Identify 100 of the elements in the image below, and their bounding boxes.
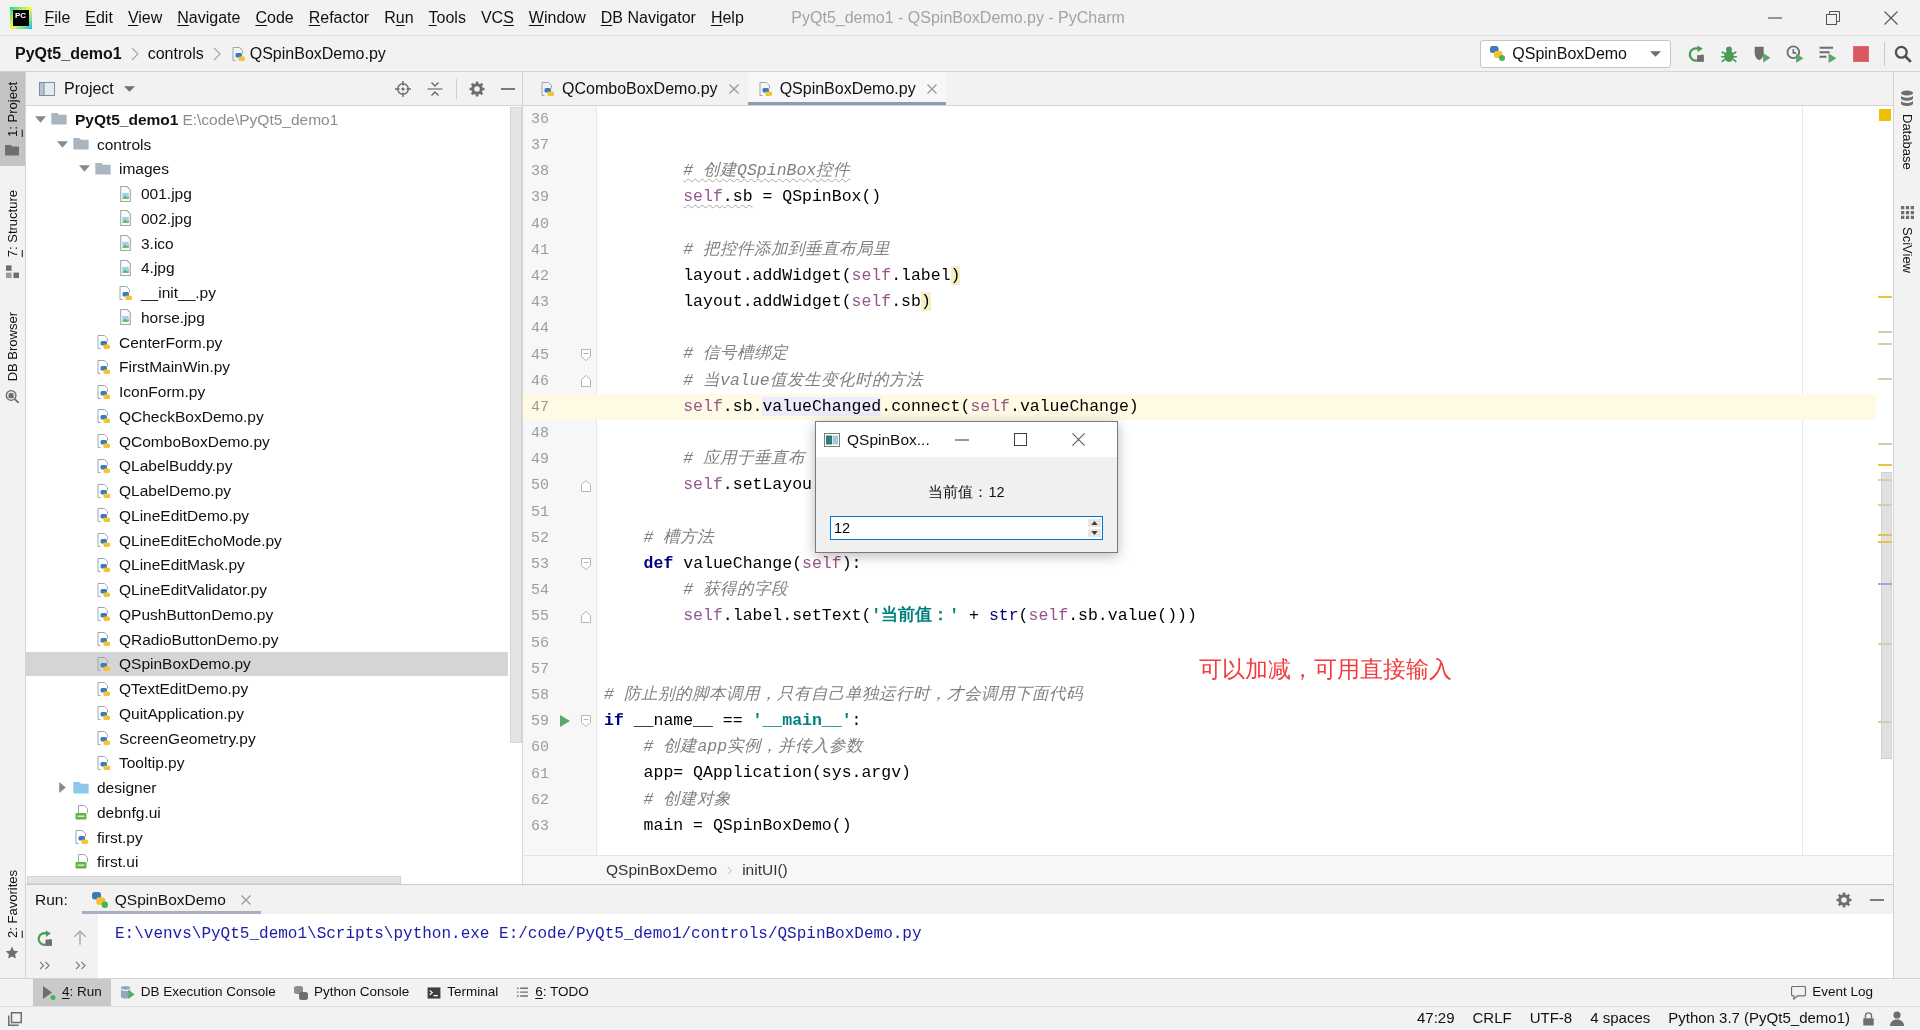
marker-stripe[interactable] — [1878, 296, 1892, 298]
marker-stripe[interactable] — [1878, 541, 1892, 543]
marker-stripe[interactable] — [1878, 464, 1892, 466]
tool-window-button[interactable]: 2: Favorites — [0, 860, 25, 970]
fold-marker-icon[interactable] — [581, 558, 591, 571]
breadcrumb-item[interactable]: controls — [147, 41, 204, 66]
caret-down-icon[interactable] — [56, 140, 68, 148]
menu-item[interactable]: View — [120, 0, 170, 35]
tree-item[interactable]: QLabelDemo.py — [26, 478, 508, 503]
tree-item[interactable]: QLineEditMask.py — [26, 552, 508, 578]
tree-item[interactable]: debnfg.ui — [26, 800, 508, 825]
marker-stripe[interactable] — [1878, 721, 1892, 723]
shield-play-icon[interactable] — [1752, 44, 1771, 63]
tree-item[interactable]: PyQt5_demo1 E:\code\PyQt5_demo1 — [26, 107, 508, 132]
double-chevron-icon[interactable] — [74, 960, 86, 970]
status-item[interactable]: Python 3.7 (PyQt5_demo1) — [1659, 1007, 1859, 1030]
scrollbar-thumb[interactable] — [27, 876, 401, 884]
marker-stripe[interactable] — [1878, 331, 1892, 333]
status-item[interactable]: 47:29 — [1407, 1007, 1464, 1030]
marker-stripe[interactable] — [1878, 343, 1892, 345]
tree-item[interactable]: QTextEditDemo.py — [26, 676, 508, 701]
double-chevron-icon[interactable] — [38, 960, 50, 970]
overlapping-squares-icon[interactable] — [8, 1011, 22, 1026]
minimize-icon[interactable] — [1870, 898, 1884, 901]
tree-item[interactable]: QLabelBuddy.py — [26, 453, 508, 479]
circular-arrow-icon[interactable] — [35, 929, 53, 947]
tree-item[interactable]: Tooltip.py — [26, 750, 508, 776]
close-icon[interactable] — [240, 894, 251, 905]
menu-item[interactable]: Run — [376, 0, 422, 35]
tree-item[interactable]: designer — [26, 775, 508, 800]
menu-item[interactable]: Help — [703, 0, 752, 35]
menu-item[interactable]: Code — [247, 0, 302, 35]
editor-tab[interactable]: QSpinBoxDemo.py — [747, 72, 946, 105]
menu-item[interactable]: Tools — [421, 0, 474, 35]
tool-window-tab[interactable]: Python Console — [284, 979, 419, 1006]
tree-item[interactable]: CenterForm.py — [26, 329, 508, 355]
tree-item[interactable]: controls — [26, 131, 508, 157]
run-tab[interactable]: QSpinBoxDemo — [81, 885, 261, 914]
breadcrumb-item[interactable]: QSpinBoxDemo.py — [229, 41, 386, 66]
tree-item[interactable]: __init__.py — [26, 280, 508, 305]
tree-item[interactable]: QPushButtonDemo.py — [26, 602, 508, 627]
fold-marker-icon[interactable] — [581, 374, 591, 387]
spin-up-button[interactable] — [1087, 516, 1103, 528]
tree-item[interactable]: QCheckBoxDemo.py — [26, 404, 508, 429]
tree-item[interactable]: images — [26, 156, 508, 182]
menu-item[interactable]: DB Navigator — [593, 0, 704, 35]
marker-stripe[interactable] — [1878, 479, 1892, 481]
marker-stripe[interactable] — [1878, 443, 1892, 445]
tree-item[interactable]: 001.jpg — [26, 181, 508, 206]
tree-item[interactable]: 3.ico — [26, 230, 508, 256]
caret-down-icon[interactable] — [78, 165, 90, 173]
tool-window-tab[interactable]: 4: Run — [33, 979, 111, 1006]
tool-window-button[interactable]: Database — [1894, 83, 1920, 177]
tree-item[interactable]: FirstMainWin.py — [26, 354, 508, 380]
clock-play-icon[interactable] — [1785, 44, 1804, 63]
status-item[interactable]: CRLF — [1463, 1007, 1521, 1030]
fold-marker-icon[interactable] — [581, 479, 591, 492]
tree-item[interactable]: QRadioButtonDemo.py — [26, 626, 508, 652]
minimize-icon[interactable] — [501, 87, 515, 90]
marker-stripe[interactable] — [1878, 504, 1892, 506]
tree-item[interactable]: first.py — [26, 824, 508, 850]
spin-down-button[interactable] — [1087, 528, 1103, 540]
close-icon[interactable] — [926, 83, 937, 94]
menu-item[interactable]: Edit — [77, 0, 121, 35]
status-item[interactable]: 4 spaces — [1581, 1007, 1660, 1030]
tree-item[interactable]: horse.jpg — [26, 305, 508, 330]
marker-stripe[interactable] — [1878, 583, 1892, 585]
close-icon[interactable] — [728, 83, 739, 94]
crosshair-icon[interactable] — [395, 80, 411, 97]
tree-item[interactable]: QLineEditValidator.py — [26, 577, 508, 602]
tool-window-button[interactable]: DB Browser — [0, 302, 25, 414]
tree-item[interactable]: first.ui — [26, 849, 508, 875]
person-icon[interactable] — [1890, 1011, 1904, 1026]
marker-stripe[interactable] — [1878, 534, 1892, 536]
menu-item[interactable]: Window — [521, 0, 594, 35]
caret-down-icon[interactable] — [34, 115, 46, 123]
tool-window-tab[interactable]: Terminal — [418, 979, 508, 1006]
stop-icon[interactable] — [1851, 44, 1870, 63]
tree-item[interactable]: QLineEditEchoMode.py — [26, 527, 508, 553]
menu-item[interactable]: File — [37, 0, 78, 35]
breadcrumb-item[interactable]: PyQt5_demo1 — [15, 41, 122, 66]
breadcrumb-item[interactable]: initUI() — [742, 858, 788, 882]
circular-arrow-icon[interactable] — [1686, 44, 1705, 63]
tool-window-button[interactable]: 1: Project — [0, 72, 25, 166]
tool-window-tab[interactable]: DB Execution Console — [110, 979, 285, 1006]
up-arrow-icon[interactable] — [73, 930, 87, 946]
tree-item[interactable]: QuitApplication.py — [26, 701, 508, 726]
menu-item[interactable]: Navigate — [169, 0, 248, 35]
scrollbar-thumb[interactable] — [510, 107, 522, 743]
tree-item[interactable]: 002.jpg — [26, 206, 508, 231]
settings-icon[interactable] — [1836, 891, 1852, 908]
marker-stripe[interactable] — [1878, 643, 1892, 645]
settings-icon[interactable] — [469, 80, 485, 97]
tree-item[interactable]: 4.jpg — [26, 255, 508, 281]
collapse-all-icon[interactable] — [427, 81, 443, 96]
run-configuration-dropdown[interactable]: QSpinBoxDemo — [1480, 39, 1671, 68]
menu-item[interactable]: Refactor — [301, 0, 377, 35]
marker-stripe[interactable] — [1878, 378, 1892, 380]
scrollbar-thumb[interactable] — [1881, 472, 1892, 759]
tree-item[interactable]: QSpinBoxDemo.py — [26, 651, 508, 677]
